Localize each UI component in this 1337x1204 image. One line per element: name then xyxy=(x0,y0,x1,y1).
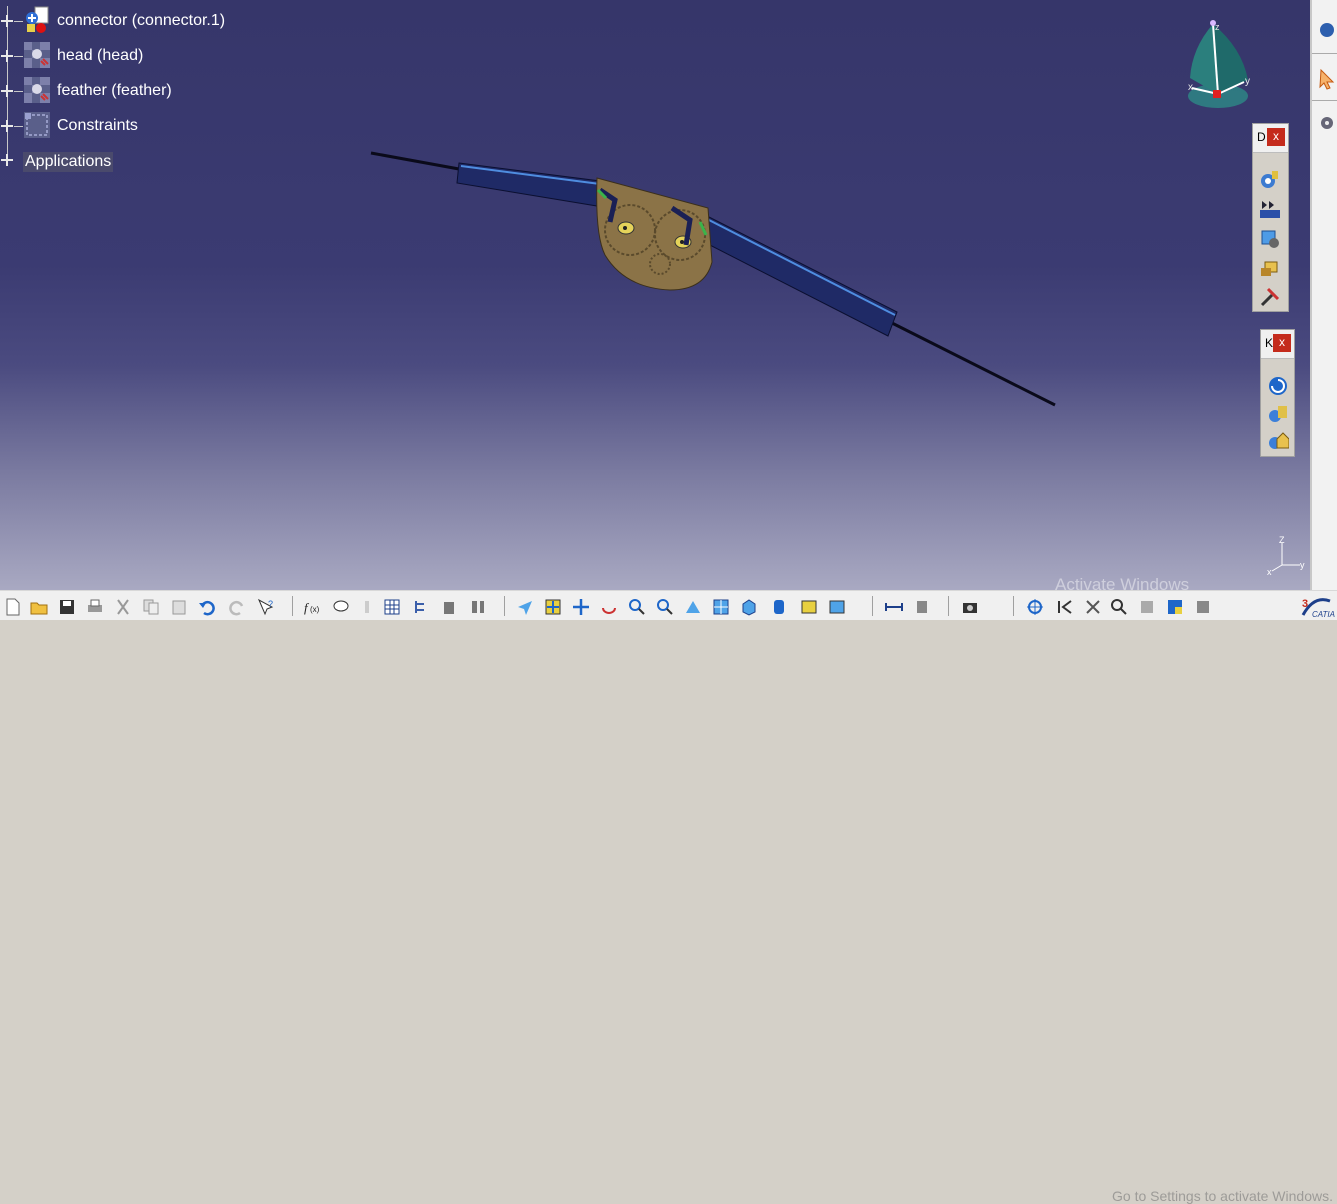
paste-icon[interactable] xyxy=(170,598,188,616)
close-button[interactable]: x xyxy=(1267,128,1285,146)
tree-structure-icon[interactable] xyxy=(412,598,430,616)
catalog-icon[interactable] xyxy=(440,598,458,616)
hide-show-icon[interactable] xyxy=(800,598,818,616)
open-folder-icon[interactable] xyxy=(30,598,48,616)
close-button[interactable]: x xyxy=(1273,334,1291,352)
floating-toolbar-k[interactable]: K x xyxy=(1260,329,1295,457)
measure-item-icon[interactable] xyxy=(914,598,932,616)
floating-toolbar-d[interactable]: D x xyxy=(1252,123,1289,312)
clash-icon[interactable] xyxy=(1138,598,1156,616)
iso-view-icon[interactable] xyxy=(740,598,758,616)
axis-z-label: Z xyxy=(1279,535,1285,545)
color-icon[interactable] xyxy=(1166,598,1184,616)
home-gear-icon[interactable] xyxy=(1267,430,1289,452)
3d-model[interactable] xyxy=(0,0,1310,590)
skip-back-icon[interactable] xyxy=(1056,598,1074,616)
redo-icon[interactable] xyxy=(228,598,246,616)
tools-icon[interactable] xyxy=(1259,286,1281,308)
analysis-icon[interactable] xyxy=(1194,598,1212,616)
copy-icon[interactable] xyxy=(142,598,160,616)
toolbar-separator xyxy=(872,596,873,616)
brand-name: CATIA xyxy=(1312,610,1335,619)
swap-visible-icon[interactable] xyxy=(828,598,846,616)
workbench-icon[interactable] xyxy=(1317,20,1337,40)
svg-text:3: 3 xyxy=(1302,598,1308,610)
svg-text:(x): (x) xyxy=(310,605,320,614)
normal-view-icon[interactable] xyxy=(684,598,702,616)
axis-y-label: y xyxy=(1300,560,1305,570)
multi-view-icon[interactable] xyxy=(469,598,487,616)
rotate-icon[interactable] xyxy=(600,598,618,616)
compass-widget[interactable]: x y z xyxy=(1182,18,1254,114)
toolbar-title: K xyxy=(1265,336,1274,350)
shading-icon[interactable] xyxy=(770,598,788,616)
left-bar xyxy=(456,162,604,208)
axis-x-label: x xyxy=(1267,567,1272,577)
gear-component-icon[interactable] xyxy=(1259,169,1281,191)
comment-icon[interactable] xyxy=(332,598,350,616)
toolbar-title: D xyxy=(1257,130,1266,144)
toolbar-header[interactable]: D x xyxy=(1253,124,1288,153)
toolbar-separator xyxy=(504,596,505,616)
assembly-fix-icon[interactable] xyxy=(1259,258,1281,280)
compass-y-label: y xyxy=(1245,76,1250,87)
axis-triad: Z y x xyxy=(1267,535,1305,577)
fly-mode-icon[interactable] xyxy=(516,598,534,616)
measure-icon[interactable] xyxy=(885,598,903,616)
cut-icon[interactable] xyxy=(114,598,132,616)
whats-this-icon[interactable]: ? xyxy=(257,598,275,616)
toolbar-separator xyxy=(1013,596,1014,616)
print-icon[interactable] xyxy=(86,598,104,616)
search-icon[interactable] xyxy=(1110,598,1128,616)
select-arrow-icon[interactable] xyxy=(1317,68,1337,90)
law-editor-icon[interactable] xyxy=(1267,404,1289,426)
toolbar-separator xyxy=(948,596,949,616)
svg-text:?: ? xyxy=(268,599,273,609)
catia-logo-icon: 3 CATIA xyxy=(1301,598,1335,619)
3d-viewport[interactable]: connector (connector.1) head (head) feat… xyxy=(0,0,1310,590)
light-icon[interactable] xyxy=(358,598,376,616)
zoom-in-icon[interactable] xyxy=(628,598,646,616)
settings-gear-icon[interactable] xyxy=(1317,113,1337,133)
right-rod xyxy=(889,320,1056,407)
left-rod xyxy=(370,151,471,173)
bottom-toolbar: ? f (x) Go to Settings to activate Window… xyxy=(0,590,1337,1204)
right-bar xyxy=(699,214,898,337)
activate-windows-subtitle: Go to Settings to activate Windows. xyxy=(1112,1188,1333,1204)
zoom-out-icon[interactable] xyxy=(656,598,674,616)
save-icon[interactable] xyxy=(58,598,76,616)
joint-cube-icon[interactable] xyxy=(1259,228,1281,250)
fit-all-icon[interactable] xyxy=(544,598,562,616)
simulation-player-icon[interactable] xyxy=(1259,198,1281,220)
explode-icon[interactable] xyxy=(1084,598,1102,616)
undo-icon[interactable] xyxy=(198,598,216,616)
toolbar-separator xyxy=(292,596,293,616)
right-toolbar xyxy=(1310,0,1337,590)
compass-x-label: x xyxy=(1188,82,1193,93)
pan-icon[interactable] xyxy=(572,598,590,616)
target-icon[interactable] xyxy=(1026,598,1044,616)
activate-windows-title: Activate Windows xyxy=(1055,575,1190,590)
swirl-icon[interactable] xyxy=(1267,375,1289,397)
multi-viewport-icon[interactable] xyxy=(712,598,730,616)
compass-z-label: z xyxy=(1215,22,1220,32)
formula-icon[interactable]: f (x) xyxy=(303,598,321,616)
table-icon[interactable] xyxy=(383,598,401,616)
capture-icon[interactable] xyxy=(961,598,979,616)
toolbar-header[interactable]: K x xyxy=(1261,330,1294,359)
new-file-icon[interactable] xyxy=(4,598,22,616)
